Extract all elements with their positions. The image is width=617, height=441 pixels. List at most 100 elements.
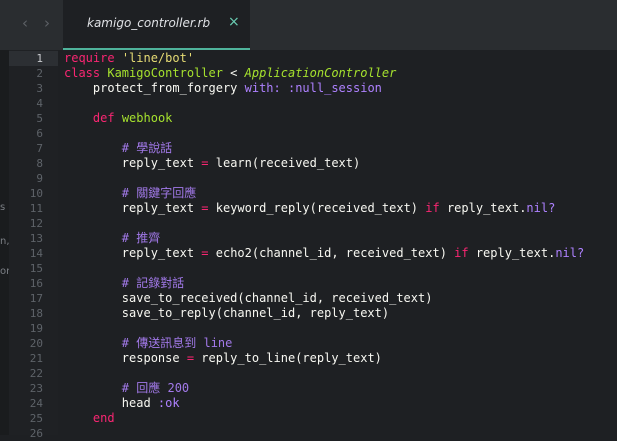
back-arrow-icon[interactable]: ‹ [22,14,44,32]
code-line[interactable]: # 傳送訊息到 line [64,336,233,351]
line-number: 17 [29,292,43,305]
code-token: with: [244,81,281,95]
code-token: protect_from_forgery [64,81,245,95]
code-token: = [201,201,209,215]
line-number: 16 [29,277,43,290]
code-token: # 學說話 [121,141,173,155]
code-line[interactable]: save_to_received(channel_id, received_te… [64,291,433,306]
line-number: 23 [29,382,43,395]
code-token: reply_text [64,201,202,215]
code-token: learn(received_text) [208,156,361,170]
code-token: nil? [526,201,556,215]
line-number: 4 [36,97,43,110]
code-line[interactable]: reply_text = echo2(channel_id, received_… [64,246,584,261]
code-line[interactable]: head :ok [64,396,180,411]
code-token: :null_session [287,81,382,95]
code-token: < [222,66,245,80]
tab-kamigo-controller[interactable]: kamigo_controller.rb × [63,0,250,50]
code-line[interactable]: # 回應 200 [64,381,189,396]
code-token: reply_text [64,156,202,170]
line-number: 22 [29,367,43,380]
code-token: = [186,351,195,365]
code-token: echo2(channel_id, received_text) [208,246,455,260]
code-line[interactable]: require 'line/bot' [64,51,194,66]
code-token: save_to_received(channel_id, received_te… [64,291,433,305]
code-token: response [64,351,187,365]
code-token: = [201,246,209,260]
line-number: 5 [36,112,43,125]
code-token: require [64,51,115,65]
line-number: 6 [36,127,43,140]
code-token: 'line/bot' [121,51,195,65]
line-number: 12 [29,217,43,230]
code-token: = [201,156,209,170]
code-line[interactable]: end [64,411,115,426]
code-token: reply_text. [468,246,556,260]
code-token: if [425,201,440,215]
code-line[interactable]: reply_text = learn(received_text) [64,156,360,171]
code-token: nil? [555,246,585,260]
line-number: 15 [29,262,43,275]
line-number: 25 [29,412,43,425]
line-number: 26 [29,427,43,440]
line-number: 24 [29,397,43,410]
close-icon[interactable]: × [228,14,240,30]
code-line[interactable]: def webhook [64,111,173,126]
code-token: # 傳送訊息到 line [121,336,233,350]
line-number: 19 [29,322,43,335]
code-token: ApplicationController [244,66,397,80]
code-token: # 記錄對話 [121,276,185,290]
line-number: 1 [36,52,43,65]
line-number: 3 [36,82,43,95]
code-token: reply_text [64,246,202,260]
code-line[interactable]: class KamigoController < ApplicationCont… [64,66,396,81]
code-token: KamigoController [107,66,223,80]
line-number: 10 [29,187,43,200]
code-token: head [64,396,158,410]
tab-bar: ‹ › kamigo_controller.rb × [0,0,617,50]
line-number: 13 [29,232,43,245]
code-line[interactable]: response = reply_to_line(reply_text) [64,351,382,366]
code-line[interactable]: # 學說話 [64,141,172,156]
code-token: end [92,411,115,425]
code-token: :ok [157,396,180,410]
line-number: 20 [29,337,43,350]
sidebar-fragment: s [0,202,6,213]
code-token: webhook [121,111,173,125]
code-line[interactable]: # 關鍵字回應 [64,186,196,201]
code-line[interactable]: # 記錄對話 [64,276,184,291]
code-token: keyword_reply(received_text) [208,201,426,215]
code-line[interactable]: save_to_reply(channel_id, reply_text) [64,306,389,321]
code-line[interactable]: protect_from_forgery with: :null_session [64,81,382,96]
code-line[interactable]: reply_text = keyword_reply(received_text… [64,201,556,216]
line-number: 7 [36,142,43,155]
sidebar-strip[interactable]: s n, or [0,50,10,435]
code-token: # 回應 200 [121,381,190,395]
line-number: 18 [29,307,43,320]
code-line[interactable]: # 推齊 [64,231,160,246]
code-token: reply_to_line(reply_text) [194,351,382,365]
nav-arrows: ‹ › [22,14,66,32]
code-token: if [454,246,469,260]
line-number: 11 [29,202,43,215]
code-token: reply_text. [439,201,527,215]
line-number: 21 [29,352,43,365]
tab-title: kamigo_controller.rb [87,16,211,30]
line-number: 14 [29,247,43,260]
line-number: 9 [36,172,43,185]
line-number: 2 [36,67,43,80]
code-token: # 關鍵字回應 [121,186,197,200]
line-number: 8 [36,157,43,170]
code-editor[interactable]: require 'line/bot' class KamigoController… [58,50,617,435]
